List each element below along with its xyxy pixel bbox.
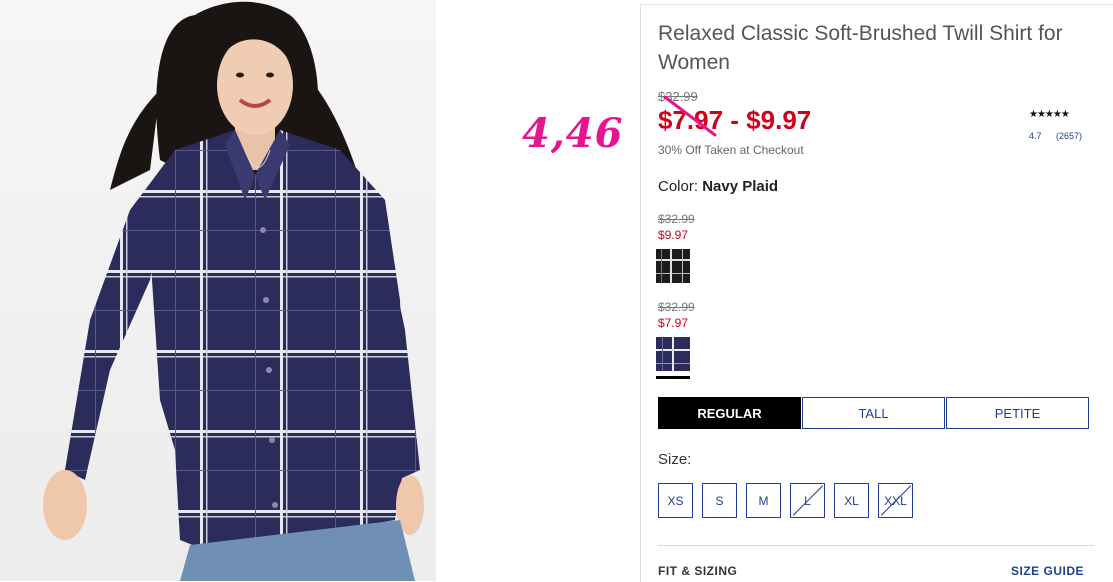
product-title: Relaxed Classic Soft-Brushed Twill Shirt…: [658, 22, 1063, 74]
size-l-button[interactable]: L: [790, 483, 825, 518]
rating-value: 4.7: [1029, 131, 1042, 141]
swatch-sale-price: $7.97: [658, 316, 689, 330]
size-options: XS S M L XL XXL: [658, 483, 922, 518]
product-image[interactable]: [0, 0, 436, 581]
divider: [658, 545, 1094, 546]
swatch-black-white-plaid[interactable]: [656, 249, 690, 283]
swatch-original-price: $32.99: [658, 212, 695, 226]
product-details-panel: Relaxed Classic Soft-Brushed Twill Shirt…: [640, 4, 1113, 582]
rating[interactable]: ★★★★★ 4.7 (2657): [1029, 109, 1089, 141]
model-wearing-shirt-illustration: [43, 1, 424, 581]
color-value: Navy Plaid: [702, 178, 779, 195]
handwritten-strike-mark: [663, 95, 717, 137]
color-selection-label: Color: Navy Plaid: [658, 178, 778, 195]
size-xl-button[interactable]: XL: [834, 483, 869, 518]
size-guide-link[interactable]: SIZE GUIDE: [1011, 564, 1084, 578]
size-label: Size:: [658, 451, 692, 468]
rating-stars-icon: ★★★★★: [1029, 109, 1070, 120]
handwritten-price-annotation: 4,46: [522, 110, 624, 157]
promo-text: 30% Off Taken at Checkout: [658, 143, 804, 157]
review-count-link[interactable]: (2657): [1056, 131, 1082, 141]
size-s-button[interactable]: S: [702, 483, 737, 518]
swatch-sale-price: $9.97: [658, 228, 689, 242]
size-xs-button[interactable]: XS: [658, 483, 693, 518]
tab-regular[interactable]: REGULAR: [658, 397, 801, 429]
tab-tall[interactable]: TALL: [802, 397, 945, 429]
fit-tabs: REGULAR TALL PETITE: [658, 397, 1090, 429]
size-m-button[interactable]: M: [746, 483, 781, 518]
fit-sizing-toggle[interactable]: FIT & SIZING: [658, 564, 737, 578]
swatch-navy-plaid[interactable]: [656, 337, 690, 371]
swatch-original-price: $32.99: [658, 300, 695, 314]
size-xxl-button[interactable]: XXL: [878, 483, 913, 518]
selected-swatch-indicator: [656, 376, 690, 379]
color-label: Color:: [658, 178, 699, 195]
tab-petite[interactable]: PETITE: [946, 397, 1089, 429]
